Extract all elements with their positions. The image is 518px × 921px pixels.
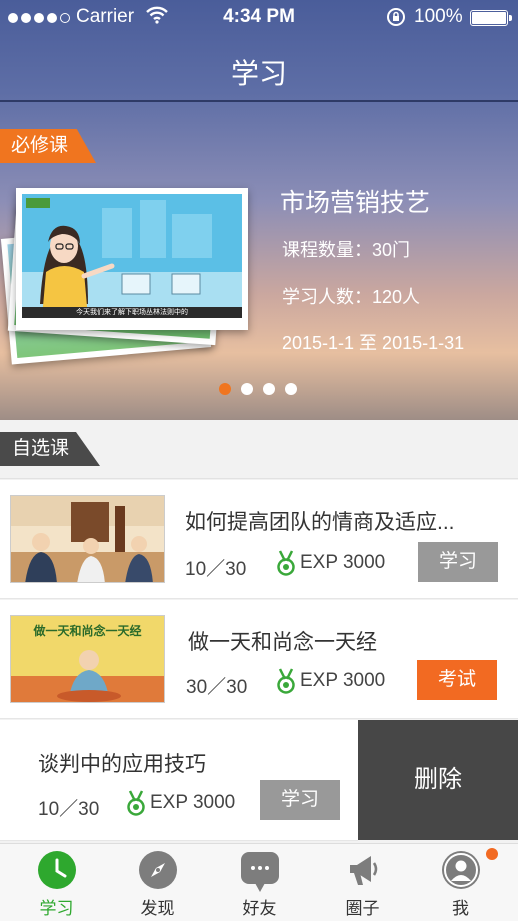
tab-label: 我 <box>452 899 469 918</box>
tab-friends[interactable]: 好友 <box>208 844 311 921</box>
page-title: 学习 <box>230 58 287 89</box>
medal-icon <box>277 550 295 576</box>
tab-study[interactable]: 学习 <box>5 844 108 921</box>
course-video-frame: 今天我们来了解下职场丛林法则中的 <box>22 194 242 318</box>
course-progress: 30／30 <box>186 677 248 698</box>
study-button[interactable]: 学习 <box>260 780 340 820</box>
course-exp: EXP 3000 <box>126 790 235 816</box>
pager-dot[interactable] <box>263 383 275 395</box>
tab-bar: 学习 发现 好友 圈子 我 <box>0 843 518 921</box>
thumb-caption: 做一天和尚念一天经 <box>33 624 142 638</box>
tab-circle[interactable]: 圈子 <box>311 844 414 921</box>
required-course-thumbnail[interactable]: 今天我们来了解下职场丛林法则中的 <box>16 188 248 330</box>
notification-badge <box>486 848 498 860</box>
course-date-range: 2015-1-1 至 2015-1-31 <box>282 333 465 353</box>
course-thumbnail <box>10 495 165 583</box>
course-exp: EXP 3000 <box>276 668 385 694</box>
rotation-lock-icon <box>386 7 406 33</box>
header-banner: Carrier 4:34 PM 100% 学习 必修课 今天我们来了解下职场丛林… <box>0 0 518 420</box>
medal-icon <box>277 668 295 694</box>
course-exp: EXP 3000 <box>276 550 385 576</box>
required-course-tag: 必修课 <box>0 129 96 163</box>
battery-percent: 100% <box>414 6 463 27</box>
tab-label: 圈子 <box>345 899 380 918</box>
pager-dot[interactable] <box>241 383 253 395</box>
delete-button[interactable]: 删除 <box>358 720 518 840</box>
medal-icon <box>127 790 145 816</box>
exp-value: EXP 3000 <box>300 552 386 573</box>
exp-value: EXP 3000 <box>150 792 236 813</box>
nav-divider <box>0 100 518 102</box>
course-title: 做一天和尚念一天经 <box>188 631 377 654</box>
tab-discover[interactable]: 发现 <box>106 844 209 921</box>
section-divider <box>0 478 518 479</box>
carousel-pager[interactable] <box>219 383 297 395</box>
tab-label: 学习 <box>39 899 74 918</box>
exp-value: EXP 3000 <box>300 670 386 691</box>
compass-icon <box>139 851 177 889</box>
course-thumbnail: 做一天和尚念一天经 <box>10 615 165 703</box>
status-bar: Carrier 4:34 PM 100% <box>0 0 518 34</box>
course-title: 谈判中的应用技巧 <box>38 753 206 776</box>
course-count: 课程数量：30门 <box>282 240 411 260</box>
video-subtitle: 今天我们来了解下职场丛林法则中的 <box>22 307 242 318</box>
megaphone-icon <box>344 851 382 889</box>
chat-bubble-icon <box>241 852 279 892</box>
course-card[interactable]: 如何提高团队的情商及适应... 10／30 EXP 3000 学习 <box>0 480 518 599</box>
pager-dot[interactable] <box>219 383 231 395</box>
course-title: 如何提高团队的情商及适应... <box>185 511 455 534</box>
course-learners: 学习人数：120人 <box>282 287 421 307</box>
clock-icon <box>38 851 76 889</box>
elective-course-tag: 自选课 <box>0 432 100 466</box>
course-progress: 10／30 <box>185 559 247 580</box>
tab-label: 发现 <box>140 899 175 918</box>
required-course-title[interactable]: 市场营销技艺 <box>280 183 430 219</box>
course-card[interactable]: 做一天和尚念一天经 做一天和尚念一天经 30／30 EXP 3000 考试 <box>0 600 518 719</box>
user-avatar-icon <box>442 851 480 889</box>
tab-label: 好友 <box>242 899 277 918</box>
exam-button[interactable]: 考试 <box>417 660 497 700</box>
study-button[interactable]: 学习 <box>418 542 498 582</box>
course-progress: 10／30 <box>38 799 100 820</box>
battery-icon <box>470 10 512 26</box>
pager-dot[interactable] <box>285 383 297 395</box>
course-card-swiped[interactable]: 谈判中的应用技巧 10／30 EXP 3000 学习 <box>0 720 358 841</box>
